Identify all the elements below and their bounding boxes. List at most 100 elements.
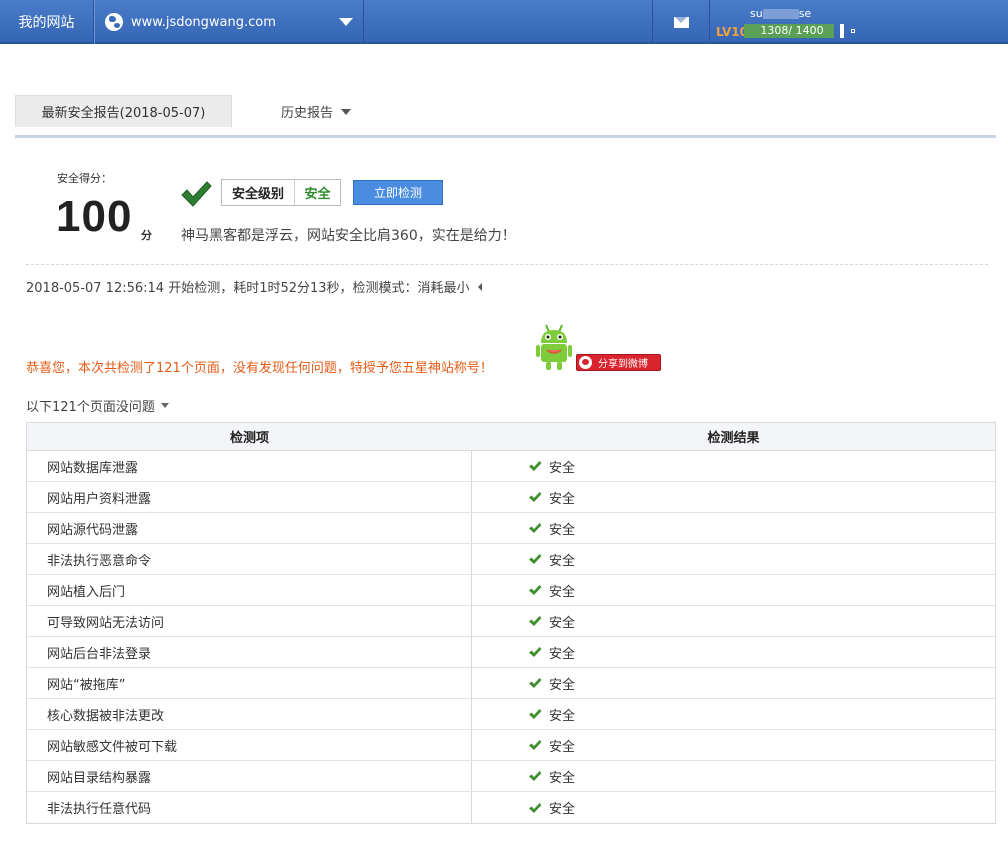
domain-selector[interactable]: www.jsdongwang.com	[94, 0, 364, 44]
checkmark-icon	[529, 647, 542, 657]
check-item-label: 网站“被拖库”	[47, 677, 126, 693]
table-row: 非法执行恶意命令 安全	[27, 544, 995, 575]
checkmark-icon	[529, 709, 542, 719]
column-header-result: 检测结果	[707, 431, 760, 446]
check-result: 安全	[472, 637, 995, 667]
user-name: su se	[750, 7, 812, 20]
table-row: 网站数据库泄露 安全	[27, 451, 995, 482]
score-value: 100	[56, 192, 133, 241]
check-item-label: 核心数据被非法更改	[47, 708, 165, 724]
table-row: 网站植入后门 安全	[27, 575, 995, 606]
check-item-label: 网站源代码泄露	[47, 522, 139, 538]
check-result-label: 安全	[549, 739, 576, 755]
share-weibo-button[interactable]: 分享到微博	[576, 354, 661, 371]
check-item-label: 可导致网站无法访问	[47, 615, 165, 631]
security-level-badge: 安全级别 安全	[221, 179, 341, 206]
check-result: 安全	[472, 668, 995, 698]
weibo-icon	[579, 356, 592, 369]
check-item: 网站数据库泄露	[27, 451, 472, 481]
check-item-label: 网站目录结构暴露	[47, 770, 152, 786]
checkmark-icon	[529, 771, 542, 781]
tab-history-report[interactable]: 历史报告	[281, 102, 352, 121]
checkmark-icon	[529, 616, 542, 626]
check-result: 安全	[472, 482, 995, 512]
tab-latest-label: 最新安全报告(2018-05-07)	[41, 106, 206, 121]
check-result-label: 安全	[549, 460, 576, 476]
check-result-label: 安全	[549, 584, 576, 600]
globe-icon	[105, 13, 123, 31]
check-result: 安全	[472, 730, 995, 760]
check-item: 网站植入后门	[27, 575, 472, 605]
check-result: 安全	[472, 513, 995, 543]
congrats-message: 恭喜您，本次共检测了121个页面，没有发现任何问题，特授予您五星神站称号！	[26, 361, 493, 376]
column-header-item: 检测项	[229, 431, 269, 446]
checkmark-icon	[181, 181, 212, 207]
check-item: 网站“被拖库”	[27, 668, 472, 698]
check-item: 非法执行任意代码	[27, 792, 472, 823]
results-table: 检测项 检测结果 网站数据库泄露 安全 网站用户资料泄露 安全 网站源代码泄露 安全 非法执…	[26, 422, 996, 824]
checkmark-icon	[529, 802, 542, 813]
table-row: 可导致网站无法访问 安全	[27, 606, 995, 637]
check-result-label: 安全	[549, 770, 576, 786]
check-result: 安全	[472, 606, 995, 636]
check-item-label: 网站用户资料泄露	[47, 491, 152, 507]
tab-divider	[15, 135, 996, 138]
check-item: 网站源代码泄露	[27, 513, 472, 543]
my-sites-link[interactable]: 我的网站	[0, 0, 94, 44]
caret-left-icon	[477, 282, 482, 291]
check-result: 安全	[472, 792, 995, 823]
check-item-label: 网站敏感文件被可下载	[47, 739, 178, 755]
page-list-toggle[interactable]: 以下121个页面没问题	[26, 396, 169, 415]
android-mascot-icon	[536, 324, 572, 370]
page-list-heading: 以下121个页面没问题	[26, 400, 155, 415]
domain-text: www.jsdongwang.com	[131, 14, 276, 30]
checkmark-icon	[529, 492, 542, 502]
scan-info-text: 2018-05-07 12:56:14 开始检测，耗时1时52分13秒，检测模式…	[26, 281, 470, 296]
exp-progress-text: 1308/ 1400	[760, 24, 824, 37]
user-panel[interactable]: su se LV10 1308/ 1400	[710, 0, 1008, 44]
check-result: 安全	[472, 544, 995, 574]
security-level-label: 安全级别	[222, 180, 295, 205]
slogan-text: 神马黑客都是浮云，网站安全比肩360，实在是给力！	[181, 228, 516, 244]
small-square-icon	[851, 29, 855, 33]
table-row: 网站源代码泄露 安全	[27, 513, 995, 544]
check-result-label: 安全	[549, 553, 576, 569]
dashed-divider	[26, 264, 988, 265]
table-row: 网站后台非法登录 安全	[27, 637, 995, 668]
check-item: 网站后台非法登录	[27, 637, 472, 667]
check-result-label: 安全	[549, 677, 576, 693]
checkmark-icon	[529, 585, 542, 595]
detect-now-button[interactable]: 立即检测	[353, 180, 443, 205]
mail-button[interactable]	[652, 0, 710, 44]
chevron-down-icon	[339, 18, 353, 26]
table-body: 网站数据库泄露 安全 网站用户资料泄露 安全 网站源代码泄露 安全 非法执行恶意命令 安全 网站…	[27, 451, 995, 823]
check-result: 安全	[472, 761, 995, 791]
check-result-label: 安全	[549, 522, 576, 538]
my-sites-label: 我的网站	[18, 15, 75, 31]
table-row: 网站用户资料泄露 安全	[27, 482, 995, 513]
check-result-label: 安全	[549, 646, 576, 662]
score-label: 安全得分：	[57, 172, 112, 185]
check-item: 核心数据被非法更改	[27, 699, 472, 729]
check-item: 网站目录结构暴露	[27, 761, 472, 791]
check-result-label: 安全	[549, 708, 576, 724]
tab-latest-report[interactable]: 最新安全报告(2018-05-07)	[15, 95, 232, 127]
check-item: 可导致网站无法访问	[27, 606, 472, 636]
check-result-label: 安全	[549, 802, 576, 817]
checkmark-icon	[529, 554, 542, 564]
check-result: 安全	[472, 451, 995, 481]
table-row: 网站敏感文件被可下载 安全	[27, 730, 995, 761]
table-row: 核心数据被非法更改 安全	[27, 699, 995, 730]
check-item: 非法执行恶意命令	[27, 544, 472, 574]
scan-info[interactable]: 2018-05-07 12:56:14 开始检测，耗时1时52分13秒，检测模式…	[26, 277, 482, 296]
check-item-label: 非法执行任意代码	[47, 802, 152, 817]
share-weibo-label: 分享到微博	[598, 359, 648, 370]
check-result: 安全	[472, 699, 995, 729]
check-item: 网站敏感文件被可下载	[27, 730, 472, 760]
table-row: 网站目录结构暴露 安全	[27, 761, 995, 792]
table-header: 检测项 检测结果	[27, 423, 995, 451]
score-unit: 分	[141, 229, 152, 242]
check-result-label: 安全	[549, 615, 576, 631]
checkmark-icon	[529, 740, 542, 750]
check-result-label: 安全	[549, 491, 576, 507]
